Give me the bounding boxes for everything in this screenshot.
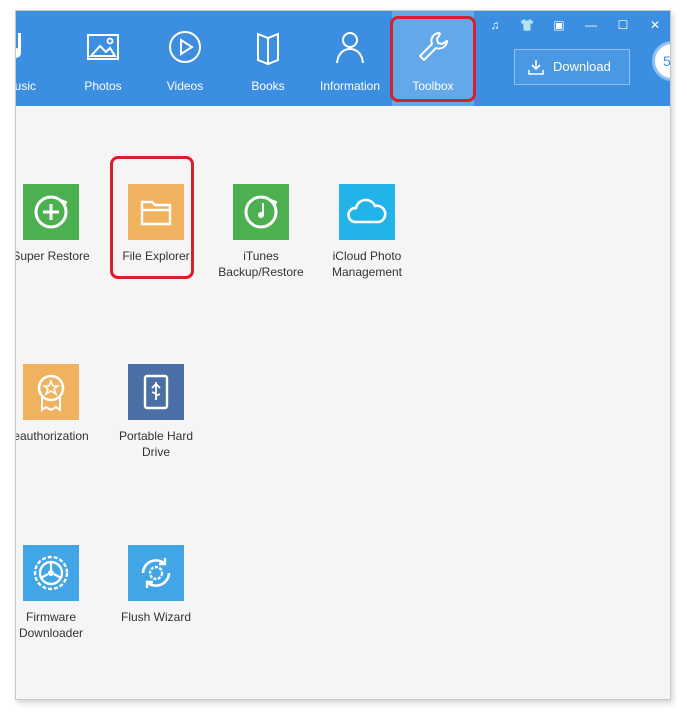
- music-restore-icon: [233, 184, 289, 240]
- tab-books-label: Books: [251, 79, 285, 93]
- tab-music-label: usic: [15, 79, 36, 93]
- cloud-icon: [339, 184, 395, 240]
- tab-photos[interactable]: Photos: [62, 11, 144, 106]
- tool-label: Portable Hard Drive: [118, 429, 194, 459]
- wrench-icon: [419, 32, 448, 61]
- tab-photos-label: Photos: [84, 79, 122, 93]
- tool-label: Firmware Downloader: [18, 610, 84, 640]
- tab-information[interactable]: Information: [309, 11, 391, 106]
- tool-label: iTunes Backup/Restore: [218, 249, 304, 279]
- tool-super-restore[interactable]: Super Restore: [15, 184, 106, 264]
- music-note-icon: [16, 33, 21, 58]
- tool-file-explorer[interactable]: File Explorer: [101, 184, 211, 264]
- tab-information-label: Information: [319, 79, 381, 93]
- window-controls: ♫ 👕 ▣ — ☐ ✕: [486, 17, 664, 33]
- folder-icon: [128, 184, 184, 240]
- tab-books[interactable]: Books: [227, 11, 309, 106]
- refresh-gear-icon: [128, 545, 184, 601]
- storage-badge[interactable]: 50: [652, 41, 670, 81]
- gear-wheel-icon: [23, 545, 79, 601]
- minimize-icon[interactable]: —: [582, 17, 600, 33]
- top-navigation-bar: usic Photos Videos Books Information Too…: [16, 11, 670, 106]
- person-icon: [336, 32, 364, 64]
- tool-icloud-photo-management[interactable]: iCloud Photo Management: [312, 184, 422, 280]
- tab-music[interactable]: usic: [15, 11, 60, 106]
- app-window: usic Photos Videos Books Information Too…: [15, 10, 671, 700]
- tool-portable-hard-drive[interactable]: Portable Hard Drive: [101, 364, 211, 460]
- badge-star-icon: [23, 364, 79, 420]
- tab-videos[interactable]: Videos: [144, 11, 226, 106]
- close-icon[interactable]: ✕: [646, 17, 664, 33]
- tab-toolbox-label: Toolbox: [412, 79, 454, 93]
- usb-drive-icon: [128, 364, 184, 420]
- tool-label: eauthorization: [15, 429, 89, 443]
- tab-videos-label: Videos: [166, 79, 204, 93]
- maximize-icon[interactable]: ☐: [614, 17, 632, 33]
- books-icon: [257, 32, 279, 66]
- menu-dropdown-icon[interactable]: ▣: [550, 17, 568, 33]
- plus-restore-icon: [23, 184, 79, 240]
- tool-itunes-backup-restore[interactable]: iTunes Backup/Restore: [206, 184, 316, 280]
- tool-reauthorization[interactable]: eauthorization: [15, 364, 106, 444]
- tool-flush-wizard[interactable]: Flush Wizard: [101, 545, 211, 625]
- tool-label: iCloud Photo Management: [331, 249, 403, 279]
- download-button[interactable]: Download: [514, 49, 630, 85]
- download-label: Download: [553, 59, 611, 74]
- tool-label: Flush Wizard: [120, 610, 191, 624]
- tool-label: File Explorer: [122, 249, 190, 263]
- photos-icon: [87, 34, 119, 60]
- tool-label: Super Restore: [15, 249, 90, 263]
- tshirt-skin-icon[interactable]: 👕: [518, 17, 536, 33]
- tool-firmware-downloader[interactable]: Firmware Downloader: [16, 545, 106, 641]
- download-icon: [528, 60, 544, 75]
- play-icon: [169, 31, 201, 63]
- tab-toolbox[interactable]: Toolbox: [392, 11, 474, 106]
- music-mini-icon[interactable]: ♫: [486, 17, 504, 33]
